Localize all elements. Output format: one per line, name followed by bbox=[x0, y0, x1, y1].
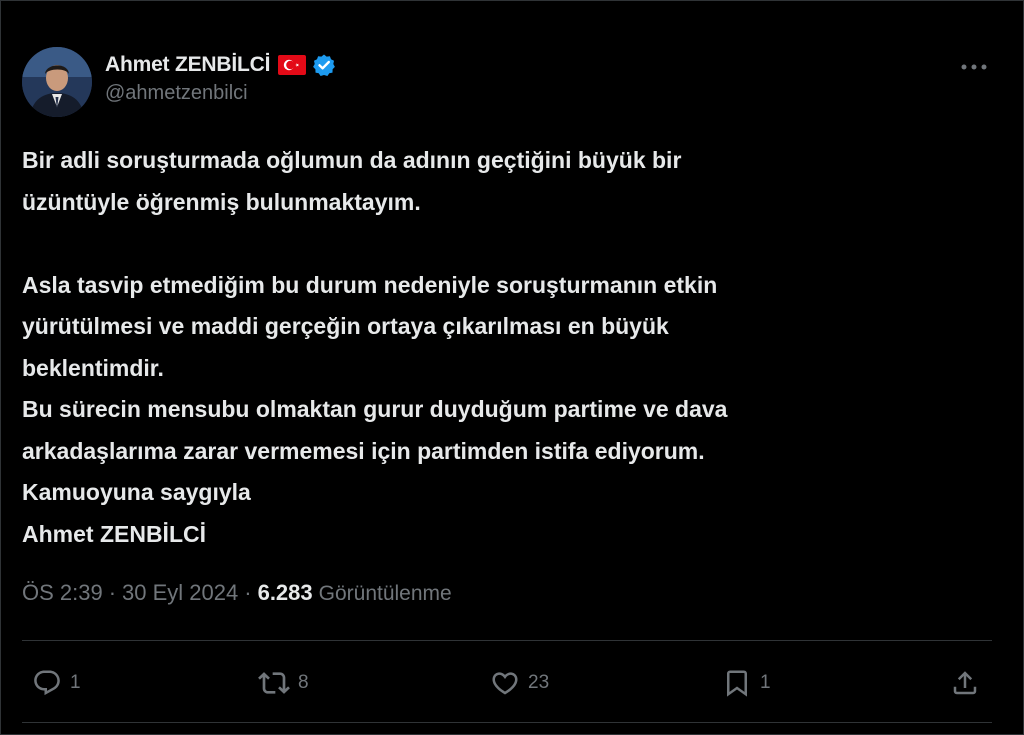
tweet-date[interactable]: 30 Eyl 2024 bbox=[122, 580, 238, 606]
author-identity: Ahmet ZENBİLCİ @ahmetzenbilci bbox=[105, 52, 336, 105]
repost-button[interactable]: 8 bbox=[258, 660, 309, 706]
share-button[interactable] bbox=[950, 660, 980, 706]
tweet-time[interactable]: ÖS 2:39 bbox=[22, 580, 103, 606]
repost-icon bbox=[258, 672, 290, 694]
divider bbox=[22, 640, 992, 641]
author-handle[interactable]: @ahmetzenbilci bbox=[105, 82, 336, 105]
more-dots-icon bbox=[961, 64, 987, 70]
tweet-line: beklentimdir. bbox=[22, 354, 164, 381]
tweet-line: üzüntüyle öğrenmiş bulunmaktayım. bbox=[22, 188, 421, 215]
tweet-meta: ÖS 2:39 · 30 Eyl 2024 · 6.283 Görüntülen… bbox=[22, 580, 452, 606]
views-count: 6.283 bbox=[257, 580, 313, 605]
tweet-header: Ahmet ZENBİLCİ @ahmetzenbilci bbox=[22, 47, 997, 119]
repost-count: 8 bbox=[298, 672, 309, 693]
like-count: 23 bbox=[528, 672, 550, 693]
reply-icon bbox=[34, 670, 60, 696]
divider bbox=[22, 722, 992, 723]
bookmark-button[interactable]: 1 bbox=[722, 660, 771, 706]
bookmark-count: 1 bbox=[760, 672, 771, 693]
tweet-line: yürütülmesi ve maddi gerçeğin ortaya çık… bbox=[22, 313, 669, 339]
tweet-line: Ahmet ZENBİLCİ bbox=[22, 520, 206, 547]
reply-button[interactable]: 1 bbox=[32, 660, 81, 706]
turkey-flag-icon bbox=[278, 55, 307, 75]
verified-badge-icon[interactable] bbox=[312, 53, 336, 77]
tweet-line: Bir adli soruşturmada oğlumun da adının … bbox=[22, 147, 682, 173]
share-icon bbox=[953, 671, 977, 695]
tweet-line: Kamuoyuna saygıyla bbox=[22, 479, 251, 505]
views-label: Görüntülenme bbox=[318, 582, 452, 605]
name-row: Ahmet ZENBİLCİ bbox=[105, 52, 336, 78]
bookmark-icon bbox=[727, 670, 747, 697]
action-bar: 1 8 23 1 bbox=[22, 660, 992, 706]
tweet-line: arkadaşlarıma zarar vermemesi için parti… bbox=[22, 437, 705, 464]
tweet-line: Bu sürecin mensubu olmaktan gurur duyduğ… bbox=[22, 396, 728, 422]
like-button[interactable]: 23 bbox=[490, 660, 549, 706]
tweet-line: Asla tasvip etmediğim bu durum nedeniyle… bbox=[22, 271, 718, 298]
more-options-button[interactable] bbox=[959, 55, 989, 79]
meta-separator: · bbox=[108, 580, 117, 605]
meta-separator: · bbox=[244, 580, 252, 605]
heart-icon bbox=[492, 672, 518, 695]
reply-count: 1 bbox=[70, 672, 81, 693]
avatar-photo bbox=[22, 47, 92, 117]
tweet-text: Bir adli soruşturmada oğlumun da adının … bbox=[22, 140, 982, 555]
author-display-name[interactable]: Ahmet ZENBİLCİ bbox=[105, 53, 270, 77]
avatar[interactable] bbox=[22, 47, 92, 117]
